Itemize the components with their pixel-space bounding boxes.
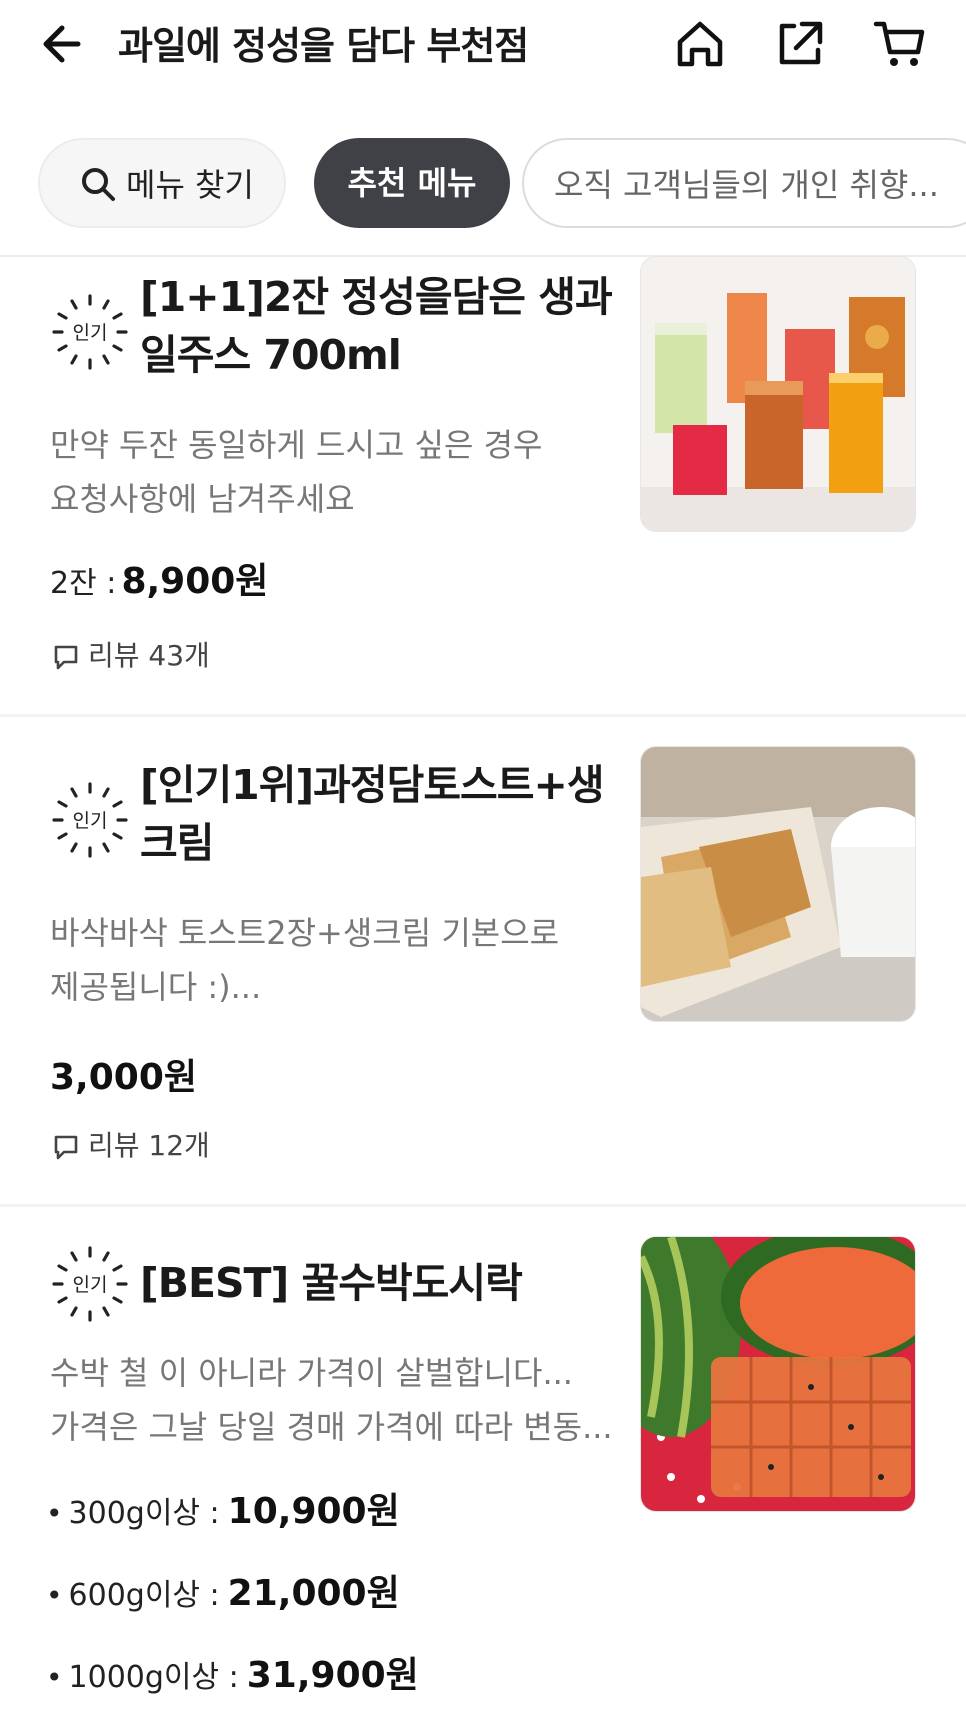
search-icon [82,168,115,201]
cart-icon [873,21,925,66]
arrow-left-icon [43,25,81,63]
item-divider [0,714,966,717]
toast-photo [641,747,915,1021]
home-button[interactable] [672,16,728,72]
review-count[interactable]: 리뷰 12개 [52,1124,210,1164]
option-price-row: • 1000g이상 :31,900원 [46,1655,419,1696]
menu-item-description: 수박 철 이 아니라 가격이 살벌합니다... 가격은 그날 당일 경매 가격에… [50,1354,613,1446]
fruit-juice-photo [641,257,915,531]
option-price-row: • 600g이상 :21,000원 [46,1573,400,1614]
item-divider [0,1204,966,1207]
price-label: 2잔 : [50,566,117,601]
recommended-menu-chip[interactable]: 추천 메뉴 [314,138,510,228]
home-icon [677,21,723,67]
price-value: 8,900원 [121,561,269,602]
menu-item-name: [1+1]2잔 정성을담은 생과일주스 700ml [140,273,613,379]
price-row: 3,000원 [50,1048,197,1100]
menu-item[interactable]: 인기 [인기1위]과정담토스트+생크림 바삭바삭 토스트2장+생크림 기본으로 … [0,746,966,1204]
price-row: 2잔 : 8,900원 [50,552,268,604]
menu-category-chips: 메뉴 찾기 추천 메뉴 오직 고객님들의 개인 취향... [0,138,966,230]
popular-badge-icon: 인기 [52,782,128,858]
comment-icon [54,1135,78,1160]
app-header: 과일에 정성을 담다 부천점 [0,0,966,95]
page-title: 과일에 정성을 담다 부천점 [118,24,529,68]
menu-item-image [640,256,916,532]
menu-item-image [640,746,916,1022]
menu-search-chip[interactable]: 메뉴 찾기 [38,138,286,228]
menu-item-description: 만약 두잔 동일하게 드시고 싶은 경우 요청사항에 남겨주세요 [50,426,543,518]
menu-description-chip[interactable]: 오직 고객님들의 개인 취향... [522,138,966,228]
share-icon [779,21,823,65]
watermelon-photo [641,1237,915,1511]
svg-text:인기: 인기 [73,1274,108,1296]
menu-item-name: [BEST] 꿀수박도시락 [140,1259,523,1307]
price-value: 3,000원 [50,1057,197,1098]
comment-icon [54,645,78,670]
popular-badge-icon: 인기 [52,1246,128,1322]
menu-item[interactable]: 인기 [1+1]2잔 정성을담은 생과일주스 700ml 만약 두잔 동일하게 … [0,256,966,714]
review-count[interactable]: 리뷰 43개 [52,634,210,674]
option-price-row: • 300g이상 :10,900원 [46,1491,400,1532]
menu-item[interactable]: 인기 [BEST] 꿀수박도시락 수박 철 이 아니라 가격이 살벌합니다...… [0,1236,966,1727]
menu-item-image [640,1236,916,1512]
menu-search-label: 메뉴 찾기 [126,166,254,204]
menu-item-description: 바삭바삭 토스트2장+생크림 기본으로 제공됩니다 :)... [50,914,560,1006]
svg-text:인기: 인기 [73,322,108,344]
svg-text:인기: 인기 [73,810,108,832]
menu-item-name: [인기1위]과정담토스트+생크림 [140,761,605,867]
cart-button[interactable] [872,16,928,72]
popular-badge-icon: 인기 [52,294,128,370]
share-button[interactable] [772,16,828,72]
back-button[interactable] [38,18,90,70]
